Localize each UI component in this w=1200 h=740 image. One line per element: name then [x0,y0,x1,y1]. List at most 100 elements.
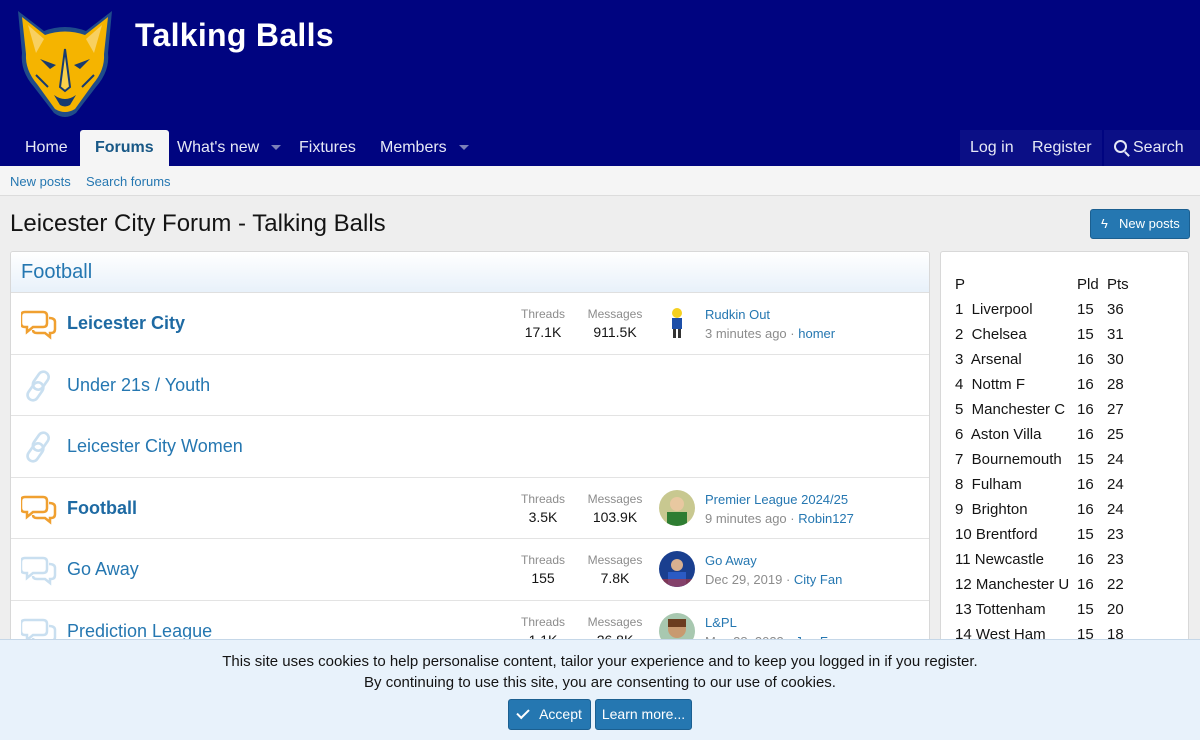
forum-node-title[interactable]: Football [67,498,137,519]
site-title[interactable]: Talking Balls [135,17,334,54]
tab-home[interactable]: Home [10,130,83,166]
played-count: 16 [1077,376,1094,393]
team-name: 4 Nottm F [955,376,1026,393]
table-row: 1 Liverpool 15 36 [955,301,1185,326]
threads-label: Threads [520,614,566,629]
points-count: 25 [1107,426,1124,443]
accept-button[interactable]: Accept [508,699,591,730]
points-count: 30 [1107,351,1124,368]
learn-more-button[interactable]: Learn more... [595,699,692,730]
played-count: 16 [1077,551,1094,568]
last-post-title[interactable]: Go Away [705,553,757,568]
last-post-title[interactable]: Rudkin Out [705,307,770,322]
forum-node-title[interactable]: Leicester City [67,313,185,334]
team-name: 3 Arsenal [955,351,1022,368]
team-name: 5 Manchester C [955,401,1066,418]
tab-forums[interactable]: Forums [80,130,169,167]
site-header: Talking Balls [0,0,1200,130]
threads-label: Threads [520,491,566,506]
last-post-time[interactable]: 3 minutes ago [705,326,787,341]
forum-node: Leicester City Women [11,416,929,478]
played-count: 15 [1077,526,1094,543]
table-row: 9 Brighton 16 24 [955,501,1185,526]
header-pld: Pld [1077,276,1099,293]
team-name: 1 Liverpool [955,301,1033,318]
table-row: 13 Tottenham 15 20 [955,601,1185,626]
forum-node-title[interactable]: Go Away [67,559,139,580]
played-count: 16 [1077,501,1094,518]
register-link[interactable]: Register [1022,130,1102,166]
tab-home-label: Home [25,139,68,156]
forum-node-title[interactable]: Leicester City Women [67,436,243,457]
messages-label: Messages [587,553,643,567]
tab-fixtures[interactable]: Fixtures [284,130,371,166]
played-count: 16 [1077,351,1094,368]
check-icon [516,705,530,720]
team-name: 7 Bournemouth [955,451,1062,468]
points-count: 24 [1107,476,1124,493]
chevron-down-icon[interactable] [458,145,469,151]
tab-members[interactable]: Members [365,130,484,166]
avatar[interactable] [659,551,695,587]
table-row: 2 Chelsea 15 31 [955,326,1185,351]
new-posts-button[interactable]: ϟ New posts [1090,209,1190,239]
fox-head-logo[interactable] [14,9,116,121]
last-post-user[interactable]: City Fan [794,572,842,587]
table-row: 5 Manchester C 16 27 [955,401,1185,426]
messages-stat: Messages 911.5K [580,307,650,340]
search-label: Search [1133,139,1184,156]
chat-bubbles-icon [21,495,57,525]
login-link[interactable]: Log in [960,130,1024,166]
threads-count: 17.1K [524,324,562,340]
played-count: 15 [1077,451,1094,468]
new-posts-link[interactable]: New posts [10,174,71,189]
cookie-text: This site uses cookies to help personali… [0,651,1200,693]
played-count: 16 [1077,476,1094,493]
messages-count: 911.5K [593,324,637,340]
points-count: 24 [1107,501,1124,518]
tab-whats-new-label: What's new [177,139,260,156]
forum-node-title[interactable]: Under 21s / Youth [67,375,210,396]
forum-node: Football Threads 3.5K Messages 103.9K Prem… [11,478,929,539]
messages-count: 7.8K [600,570,630,586]
last-post-user[interactable]: homer [798,326,835,341]
tab-fixtures-label: Fixtures [299,139,356,156]
avatar[interactable] [659,489,695,526]
messages-stat: Messages 103.9K [580,492,650,525]
last-post-title[interactable]: L&PL [705,615,737,630]
search-icon [1114,140,1127,153]
sub-nav: New posts Search forums [0,166,1200,196]
threads-stat: Threads 3.5K [508,492,578,525]
messages-stat: Messages 7.8K [580,553,650,586]
login-label: Log in [970,139,1014,156]
last-post-user[interactable]: Robin127 [798,511,854,526]
avatar[interactable] [659,305,695,341]
forum-node: Leicester City Threads 17.1K Messages 911.… [11,293,929,355]
last-post-title[interactable]: Premier League 2024/25 [705,492,848,507]
cookie-line-1: This site uses cookies to help personali… [222,653,978,670]
tab-whats-new[interactable]: What's new [162,130,296,166]
last-post-meta: 3 minutes ago · homer [705,326,836,341]
search-forums-link[interactable]: Search forums [86,174,171,189]
points-count: 28 [1107,376,1124,393]
threads-stat: Threads 155 [508,553,578,586]
last-post-time[interactable]: 9 minutes ago [705,511,787,526]
points-count: 20 [1107,601,1124,618]
header-pts: Pts [1107,276,1129,293]
category-title[interactable]: Football [11,252,929,293]
search-link[interactable]: Search [1104,130,1200,166]
points-count: 27 [1107,401,1124,418]
accept-label: Accept [539,706,582,722]
table-row: 6 Aston Villa 16 25 [955,426,1185,451]
lightning-bolt-icon: ϟ [1101,216,1108,231]
played-count: 16 [1077,576,1094,593]
team-name: 2 Chelsea [955,326,1027,343]
forum-node: Under 21s / Youth [11,355,929,416]
new-posts-button-label: New posts [1119,216,1180,231]
cookie-line-2: By continuing to use this site, you are … [364,674,836,691]
last-post-time[interactable]: Dec 29, 2019 [705,572,782,587]
points-count: 36 [1107,301,1124,318]
chevron-down-icon[interactable] [271,145,282,151]
threads-label: Threads [520,307,566,321]
table-row: 8 Fulham 16 24 [955,476,1185,501]
